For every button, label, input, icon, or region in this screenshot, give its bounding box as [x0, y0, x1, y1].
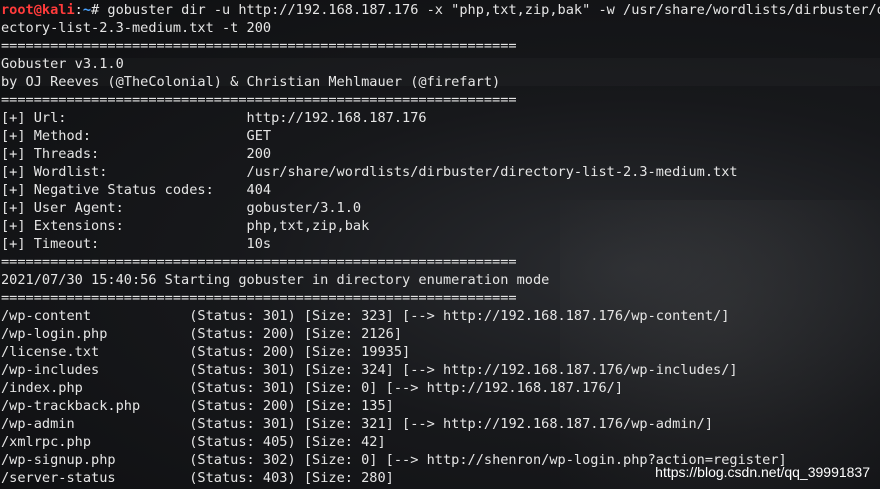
result-path: /wp-includes: [1, 362, 190, 378]
result-path: /wp-trackback.php: [1, 398, 190, 414]
terminal-window[interactable]: root@kali:~# gobuster dir -u http://192.…: [0, 0, 880, 489]
config-value: php,txt,zip,bak: [246, 218, 370, 234]
prompt-symbol: #: [91, 2, 108, 18]
result-row: /wp-trackback.php (Status: 200) [Size: 1…: [1, 397, 880, 415]
config-line: [+] Threads: 200: [1, 145, 880, 163]
result-redirect: [--> http://192.168.187.176/]: [385, 380, 624, 396]
result-size: [Size: 135]: [303, 398, 394, 414]
config-line: [+] Extensions: php,txt,zip,bak: [1, 217, 880, 235]
banner-authors: by OJ Reeves (@TheColonial) & Christian …: [1, 74, 501, 90]
result-path: /license.txt: [1, 344, 190, 360]
result-status: (Status: 301): [189, 380, 304, 396]
result-row: /license.txt (Status: 200) [Size: 19935]: [1, 343, 880, 361]
result-size: [Size: 321]: [303, 416, 403, 432]
result-status: (Status: 301): [189, 416, 304, 432]
result-status: (Status: 200): [189, 398, 304, 414]
result-redirect: [--> http://192.168.187.176/wp-includes/…: [402, 362, 738, 378]
start-message: 2021/07/30 15:40:56 Starting gobuster in…: [1, 272, 550, 288]
result-redirect: [--> http://192.168.187.176/wp-content/]: [402, 308, 730, 324]
config-line: [+] Method: GET: [1, 127, 880, 145]
result-row: /wp-login.php (Status: 200) [Size: 2126]: [1, 325, 880, 343]
result-path: /wp-signup.php: [1, 452, 190, 468]
config-key: [+] Wordlist:: [1, 164, 247, 180]
result-path: /server-status: [1, 470, 190, 486]
separator: ========================================…: [1, 92, 517, 108]
result-size: [Size: 19935]: [303, 344, 411, 360]
result-redirect: [--> http://192.168.187.176/wp-admin/]: [402, 416, 714, 432]
separator: ========================================…: [1, 254, 517, 270]
result-path: /xmlrpc.php: [1, 434, 190, 450]
result-row: /wp-admin (Status: 301) [Size: 321] [-->…: [1, 415, 880, 433]
config-key: [+] User Agent:: [1, 200, 247, 216]
config-value: /usr/share/wordlists/dirbuster/directory…: [246, 164, 738, 180]
result-status: (Status: 302): [189, 452, 304, 468]
config-value: 404: [246, 182, 272, 198]
result-size: [Size: 280]: [303, 470, 394, 486]
command-line-wrap: ectory-list-2.3-medium.txt -t 200: [1, 20, 272, 36]
result-size: [Size: 42]: [303, 434, 386, 450]
separator: ========================================…: [1, 290, 517, 306]
config-block: [+] Url: http://192.168.187.176 [+] Metho…: [1, 109, 880, 253]
prompt-user-host: root@kali: [1, 2, 75, 18]
command-line: root@kali:~# gobuster dir -u http://192.…: [1, 1, 880, 19]
separator: ========================================…: [1, 38, 517, 54]
config-value: GET: [246, 128, 272, 144]
result-status: (Status: 200): [189, 326, 304, 342]
result-row: /xmlrpc.php (Status: 405) [Size: 42]: [1, 433, 880, 451]
config-line: [+] Negative Status codes: 404: [1, 181, 880, 199]
config-key: [+] Extensions:: [1, 218, 247, 234]
config-key: [+] Negative Status codes:: [1, 182, 247, 198]
config-line: [+] Timeout: 10s: [1, 235, 880, 253]
prompt-path: ~: [82, 2, 92, 18]
results-block: /wp-content (Status: 301) [Size: 323] [-…: [1, 307, 880, 487]
config-line: [+] Url: http://192.168.187.176: [1, 109, 880, 127]
result-status: (Status: 405): [189, 434, 304, 450]
result-size: [Size: 2126]: [303, 326, 403, 342]
result-status: (Status: 200): [189, 344, 304, 360]
result-path: /wp-admin: [1, 416, 190, 432]
config-value: 10s: [246, 236, 272, 252]
result-row: /wp-includes (Status: 301) [Size: 324] […: [1, 361, 880, 379]
config-line: [+] User Agent: gobuster/3.1.0: [1, 199, 880, 217]
result-size: [Size: 323]: [303, 308, 403, 324]
banner-title: Gobuster v3.1.0: [1, 56, 124, 72]
result-status: (Status: 301): [189, 308, 304, 324]
config-key: [+] Threads:: [1, 146, 247, 162]
result-status: (Status: 301): [189, 362, 304, 378]
config-value: 200: [246, 146, 272, 162]
result-row: /wp-content (Status: 301) [Size: 323] [-…: [1, 307, 880, 325]
result-size: [Size: 0]: [303, 380, 386, 396]
result-status: (Status: 403): [189, 470, 304, 486]
command-text: gobuster dir -u http://192.168.187.176 -…: [107, 2, 880, 18]
result-row: /index.php (Status: 301) [Size: 0] [--> …: [1, 379, 880, 397]
result-size: [Size: 0]: [303, 452, 386, 468]
result-path: /wp-content: [1, 308, 190, 324]
terminal-output: root@kali:~# gobuster dir -u http://192.…: [1, 1, 880, 487]
config-key: [+] Method:: [1, 128, 247, 144]
config-key: [+] Url:: [1, 110, 247, 126]
result-path: /index.php: [1, 380, 190, 396]
result-path: /wp-login.php: [1, 326, 190, 342]
watermark: https://blog.csdn.net/qq_39991837: [655, 464, 870, 480]
config-key: [+] Timeout:: [1, 236, 247, 252]
result-size: [Size: 324]: [303, 362, 403, 378]
config-value: gobuster/3.1.0: [246, 200, 362, 216]
config-value: http://192.168.187.176: [246, 110, 427, 126]
config-line: [+] Wordlist: /usr/share/wordlists/dirbu…: [1, 163, 880, 181]
